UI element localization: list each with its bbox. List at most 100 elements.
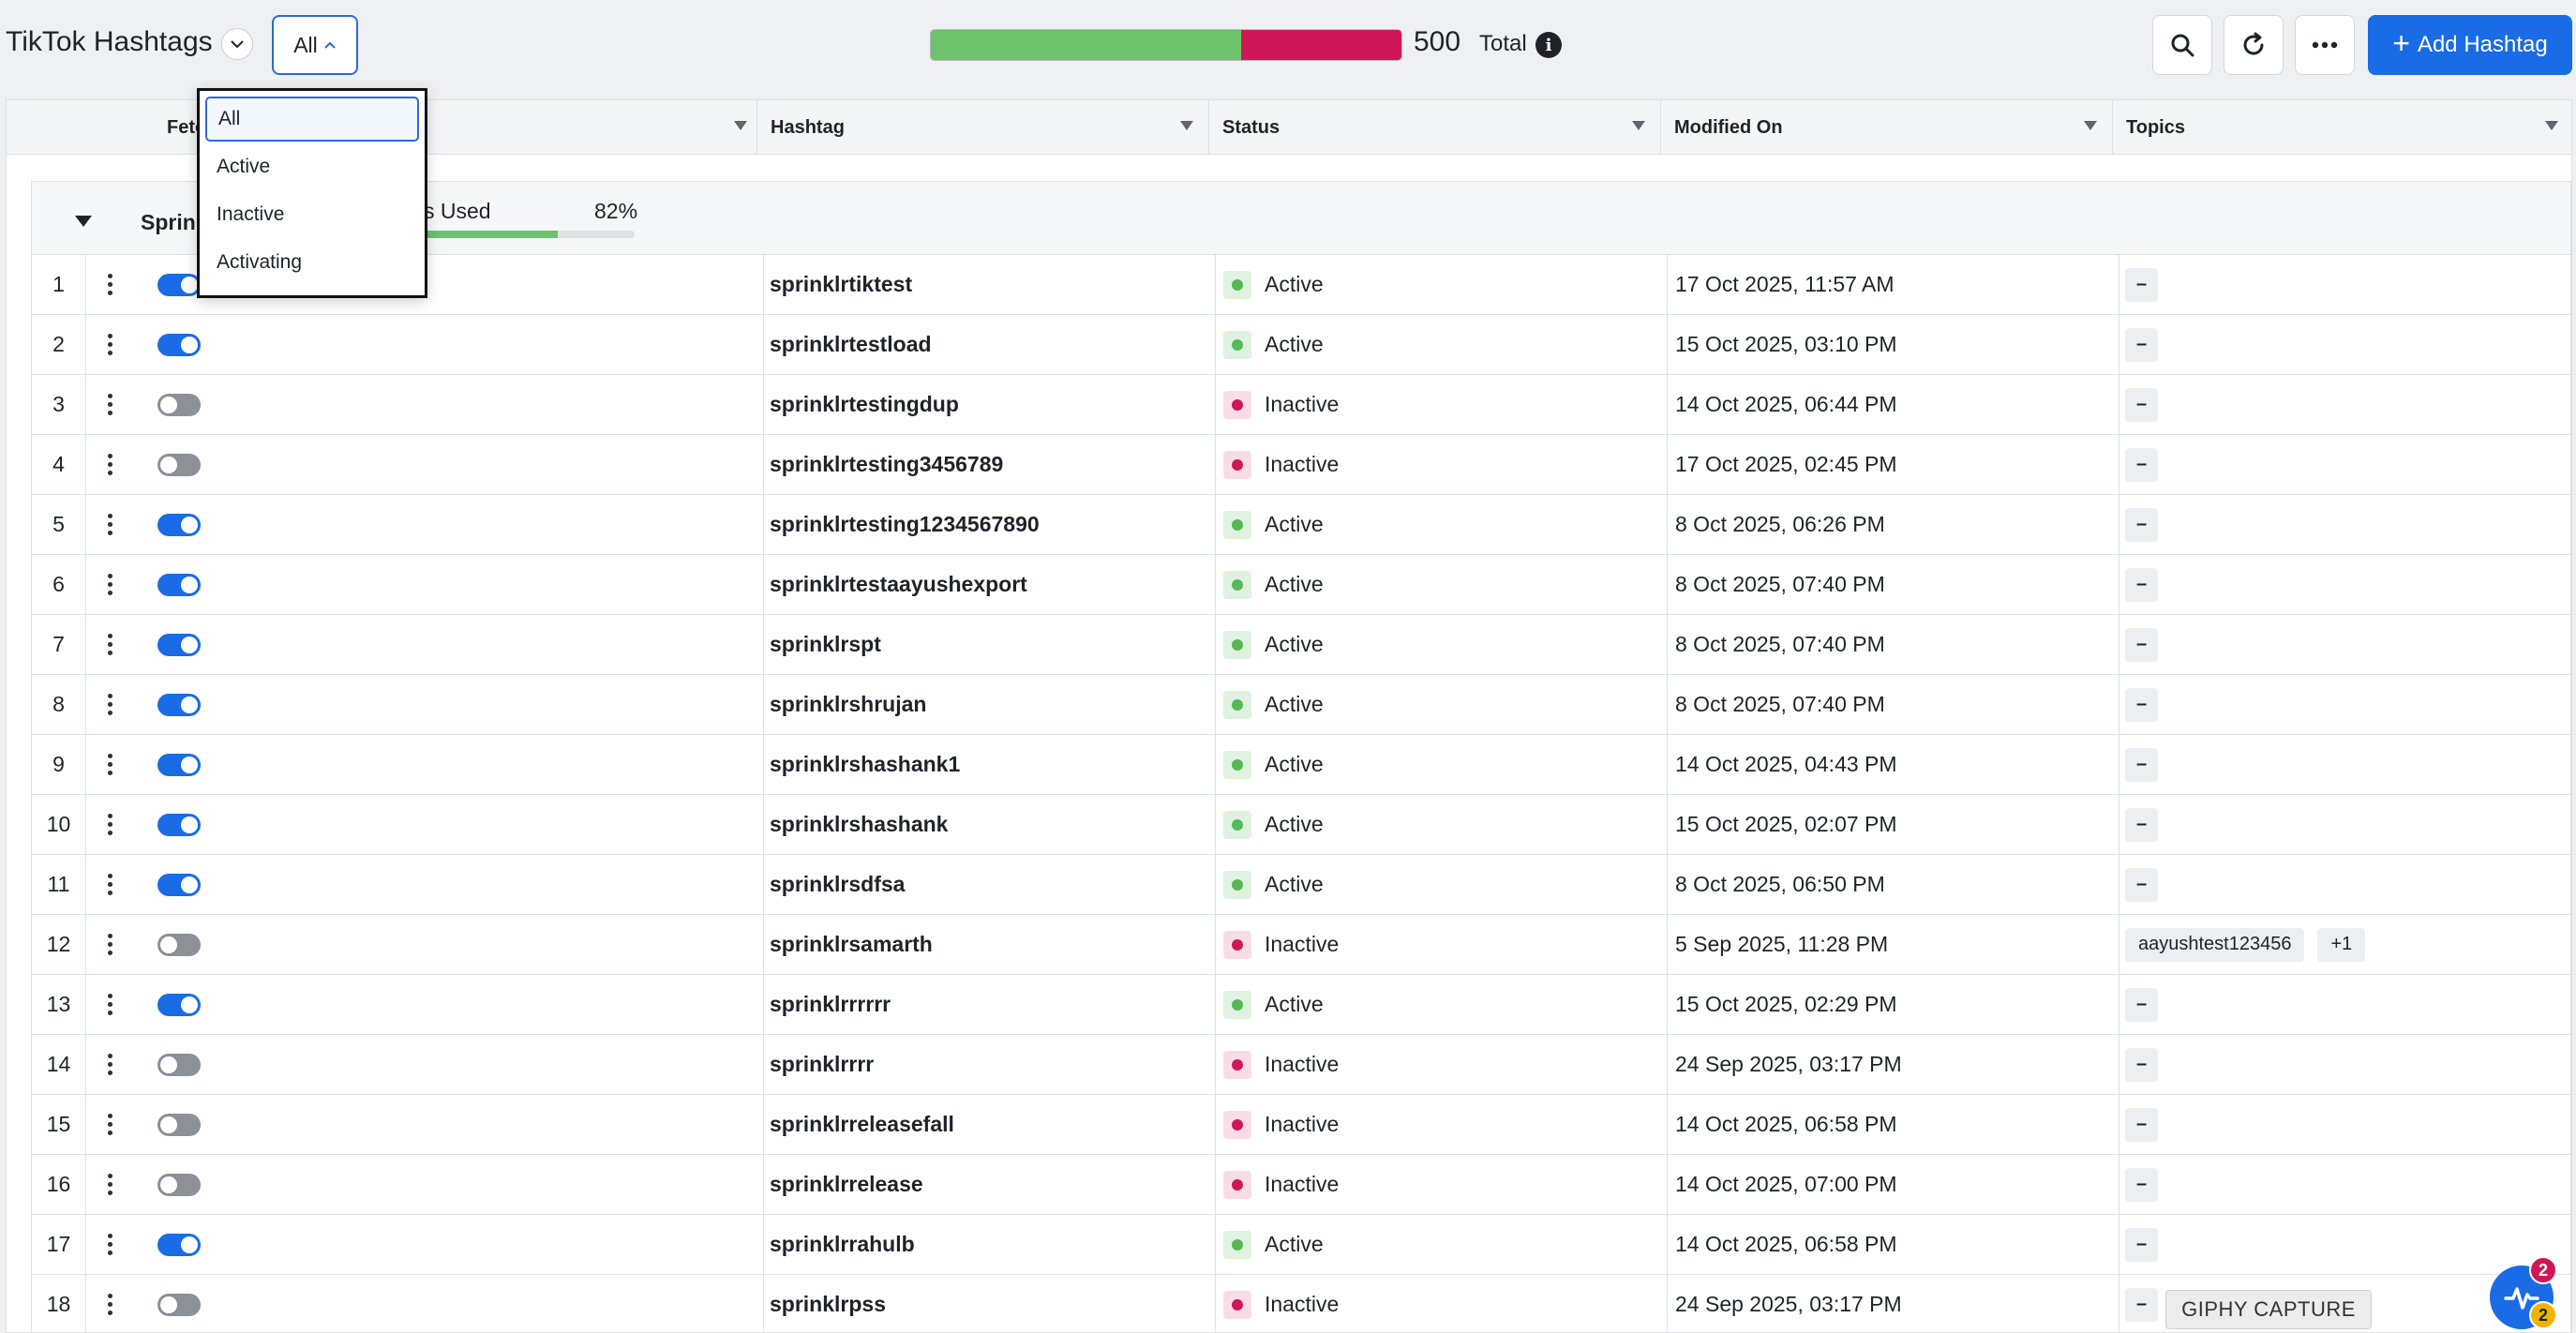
hashtag-cell[interactable]: sprinklrtesting3456789 <box>763 435 1215 494</box>
table-row[interactable]: 4 sprinklrtesting3456789 Inactive 17 Oct… <box>31 434 2571 494</box>
hashtag-cell[interactable]: sprinklrshashank <box>763 795 1215 854</box>
fetch-toggle[interactable] <box>157 1293 201 1316</box>
row-actions-button[interactable] <box>86 255 133 314</box>
table-row[interactable]: 10 sprinklrshashank Active 15 Oct 2025, … <box>31 794 2571 854</box>
fetch-toggle[interactable] <box>157 1233 201 1256</box>
fetch-toggle[interactable] <box>157 453 201 476</box>
status-filter-option-inactive[interactable]: Inactive <box>205 192 419 237</box>
more-options-button[interactable] <box>2295 15 2355 75</box>
table-row[interactable]: 9 sprinklrshashank1 Active 14 Oct 2025, … <box>31 734 2571 794</box>
topic-chip[interactable]: aayushtest123456 <box>2125 927 2305 962</box>
column-header-modified[interactable]: Modified On <box>1660 100 2112 155</box>
fetch-toggle[interactable] <box>157 813 201 836</box>
column-sort-caret-icon[interactable] <box>1632 121 1645 130</box>
row-actions-button[interactable] <box>86 375 133 434</box>
hashtag-cell[interactable]: sprinklrreleasefall <box>763 1095 1215 1154</box>
row-actions-button[interactable] <box>86 735 133 794</box>
row-actions-button[interactable] <box>86 675 133 734</box>
fetch-toggle[interactable] <box>157 993 201 1016</box>
row-actions-button[interactable] <box>86 615 133 674</box>
row-actions-button[interactable] <box>86 1155 133 1214</box>
column-header-hashtag[interactable]: Hashtag <box>756 100 1208 155</box>
hashtag-cell[interactable]: sprinklrrahulb <box>763 1215 1215 1274</box>
group-collapse-caret-icon[interactable] <box>75 216 92 227</box>
fetch-toggle[interactable] <box>157 513 201 536</box>
column-header-status[interactable]: Status <box>1208 100 1660 155</box>
table-row[interactable]: 12 sprinklrsamarth Inactive 5 Sep 2025, … <box>31 914 2571 974</box>
column-sort-caret-icon[interactable] <box>734 121 747 130</box>
hashtag-cell[interactable]: sprinklrrrrrr <box>763 975 1215 1034</box>
status-filter-option-all[interactable]: All <box>205 97 419 142</box>
hashtag-cell[interactable]: sprinklrtesting1234567890 <box>763 495 1215 554</box>
fetch-toggle[interactable] <box>157 333 201 356</box>
row-actions-button[interactable] <box>86 855 133 914</box>
fetch-toggle[interactable] <box>157 933 201 956</box>
status-filter-option-active[interactable]: Active <box>205 144 419 189</box>
table-row[interactable]: 2 sprinklrtestload Active 15 Oct 2025, 0… <box>31 314 2571 374</box>
fetch-toggle[interactable] <box>157 1053 201 1076</box>
giphy-capture-label[interactable]: GIPHY CAPTURE <box>2165 1290 2372 1329</box>
table-row[interactable]: 17 sprinklrrahulb Active 14 Oct 2025, 06… <box>31 1214 2571 1274</box>
hashtag-cell[interactable]: sprinklrpss <box>763 1275 1215 1332</box>
column-sort-caret-icon[interactable] <box>2545 121 2558 130</box>
table-row[interactable]: 14 sprinklrrrr Inactive 24 Sep 2025, 03:… <box>31 1034 2571 1094</box>
hashtag-cell[interactable]: sprinklrtestingdup <box>763 375 1215 434</box>
status-text: Active <box>1265 992 1324 1016</box>
hashtag-cell[interactable]: sprinklrshrujan <box>763 675 1215 734</box>
hashtag-cell[interactable]: sprinklrshashank1 <box>763 735 1215 794</box>
column-header-topics[interactable]: Topics <box>2112 100 2571 155</box>
hashtag-cell[interactable]: sprinklrsamarth <box>763 915 1215 974</box>
row-actions-button[interactable] <box>86 1035 133 1094</box>
refresh-button[interactable] <box>2224 15 2284 75</box>
fetch-toggle[interactable] <box>157 393 201 416</box>
table-row[interactable]: 8 sprinklrshrujan Active 8 Oct 2025, 07:… <box>31 674 2571 734</box>
table-row[interactable]: 6 sprinklrtestaayushexport Active 8 Oct … <box>31 554 2571 614</box>
table-row[interactable]: 7 sprinklrspt Active 8 Oct 2025, 07:40 P… <box>31 614 2571 674</box>
chevron-down-icon <box>231 40 244 49</box>
row-actions-button[interactable] <box>86 1095 133 1154</box>
row-actions-button[interactable] <box>86 1275 133 1332</box>
row-actions-button[interactable] <box>86 435 133 494</box>
table-row[interactable]: 5 sprinklrtesting1234567890 Active 8 Oct… <box>31 494 2571 554</box>
hashtag-cell[interactable]: sprinklrrelease <box>763 1155 1215 1214</box>
fetch-toggle[interactable] <box>157 573 201 596</box>
hashtag-cell[interactable]: sprinklrtestload <box>763 315 1215 374</box>
row-actions-button[interactable] <box>86 915 133 974</box>
row-actions-button[interactable] <box>86 315 133 374</box>
topic-chip[interactable]: +1 <box>2317 927 2366 962</box>
fetch-toggle[interactable] <box>157 633 201 656</box>
topic-empty-chip: – <box>2125 507 2159 542</box>
table-row[interactable]: 15 sprinklrreleasefall Inactive 14 Oct 2… <box>31 1094 2571 1154</box>
row-actions-button[interactable] <box>86 1215 133 1274</box>
status-filter-option-activating[interactable]: Activating <box>205 240 419 285</box>
topic-empty-chip: – <box>2125 447 2159 482</box>
fetch-toggle[interactable] <box>157 873 201 896</box>
hashtag-cell[interactable]: sprinklrtestaayushexport <box>763 555 1215 614</box>
hashtag-cell[interactable]: sprinklrrrr <box>763 1035 1215 1094</box>
inactive-status-icon <box>1223 1290 1251 1319</box>
fetch-toggle[interactable] <box>157 1173 201 1196</box>
column-sort-caret-icon[interactable] <box>2084 121 2097 130</box>
fetch-toggle-cell <box>157 855 214 914</box>
add-hashtag-button[interactable]: + Add Hashtag <box>2368 15 2572 75</box>
hashtag-cell[interactable]: sprinklrtiktest <box>763 255 1215 314</box>
hashtag-cell[interactable]: sprinklrspt <box>763 615 1215 674</box>
row-actions-button[interactable] <box>86 495 133 554</box>
table-row[interactable]: 13 sprinklrrrrrr Active 15 Oct 2025, 02:… <box>31 974 2571 1034</box>
status-filter-dropdown[interactable]: All <box>272 15 358 75</box>
column-sort-caret-icon[interactable] <box>1180 121 1193 130</box>
hashtag-cell[interactable]: sprinklrsdfsa <box>763 855 1215 914</box>
fetch-toggle[interactable] <box>157 753 201 776</box>
table-row[interactable]: 16 sprinklrrelease Inactive 14 Oct 2025,… <box>31 1154 2571 1214</box>
fetch-toggle[interactable] <box>157 1113 201 1136</box>
search-button[interactable] <box>2152 15 2212 75</box>
fetch-toggle[interactable] <box>157 273 201 296</box>
title-menu-button[interactable] <box>221 28 253 60</box>
table-row[interactable]: 3 sprinklrtestingdup Inactive 14 Oct 202… <box>31 374 2571 434</box>
table-row[interactable]: 11 sprinklrsdfsa Active 8 Oct 2025, 06:5… <box>31 854 2571 914</box>
fetch-toggle[interactable] <box>157 693 201 716</box>
row-actions-button[interactable] <box>86 555 133 614</box>
row-actions-button[interactable] <box>86 975 133 1034</box>
row-actions-button[interactable] <box>86 795 133 854</box>
info-icon[interactable]: i <box>1535 32 1562 58</box>
